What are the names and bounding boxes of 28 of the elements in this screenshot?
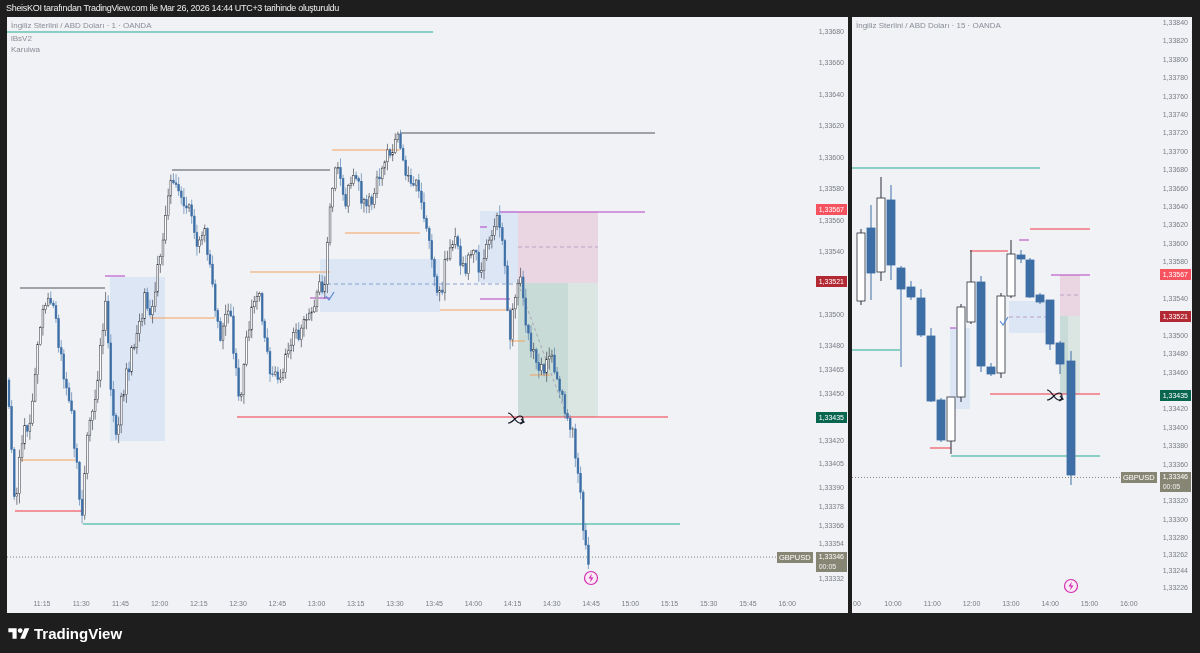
tick-icon	[999, 316, 1009, 327]
level-line	[331, 149, 401, 151]
level-line	[969, 250, 1009, 252]
level-line	[14, 510, 83, 512]
level-line	[104, 275, 126, 277]
level-line	[852, 349, 901, 351]
tick-icon	[325, 291, 335, 302]
level-line	[1018, 239, 1030, 241]
level-line	[479, 298, 511, 300]
level-line	[949, 327, 957, 329]
chart-title: İngiliz Sterlini / ABD Doları · 15 · OANDA	[856, 21, 1001, 31]
logo-icon	[8, 626, 30, 640]
level-line	[509, 340, 526, 342]
level-line	[309, 297, 331, 299]
caption-text: SheisKOI tarafından TradingView.com ile Mar 26, 2026 14:44 UTC+3 tarihinde oluşturuldu	[6, 3, 339, 14]
level-line	[149, 317, 216, 319]
level-line	[1050, 274, 1091, 276]
risk-zone	[1060, 275, 1080, 316]
chart-title: İngiliz Sterlini / ABD Doları · 1 · OANDA	[11, 21, 152, 31]
level-line	[529, 374, 551, 376]
lightning-icon	[1063, 578, 1079, 594]
lightning-icon	[583, 570, 599, 586]
level-line	[1029, 228, 1091, 230]
level-line	[929, 447, 952, 449]
logo-text: TradingView	[34, 624, 123, 642]
indicator-name: iBsV2	[11, 33, 32, 44]
indicator-name: Karuiwa	[11, 44, 40, 55]
level-line	[479, 226, 488, 228]
